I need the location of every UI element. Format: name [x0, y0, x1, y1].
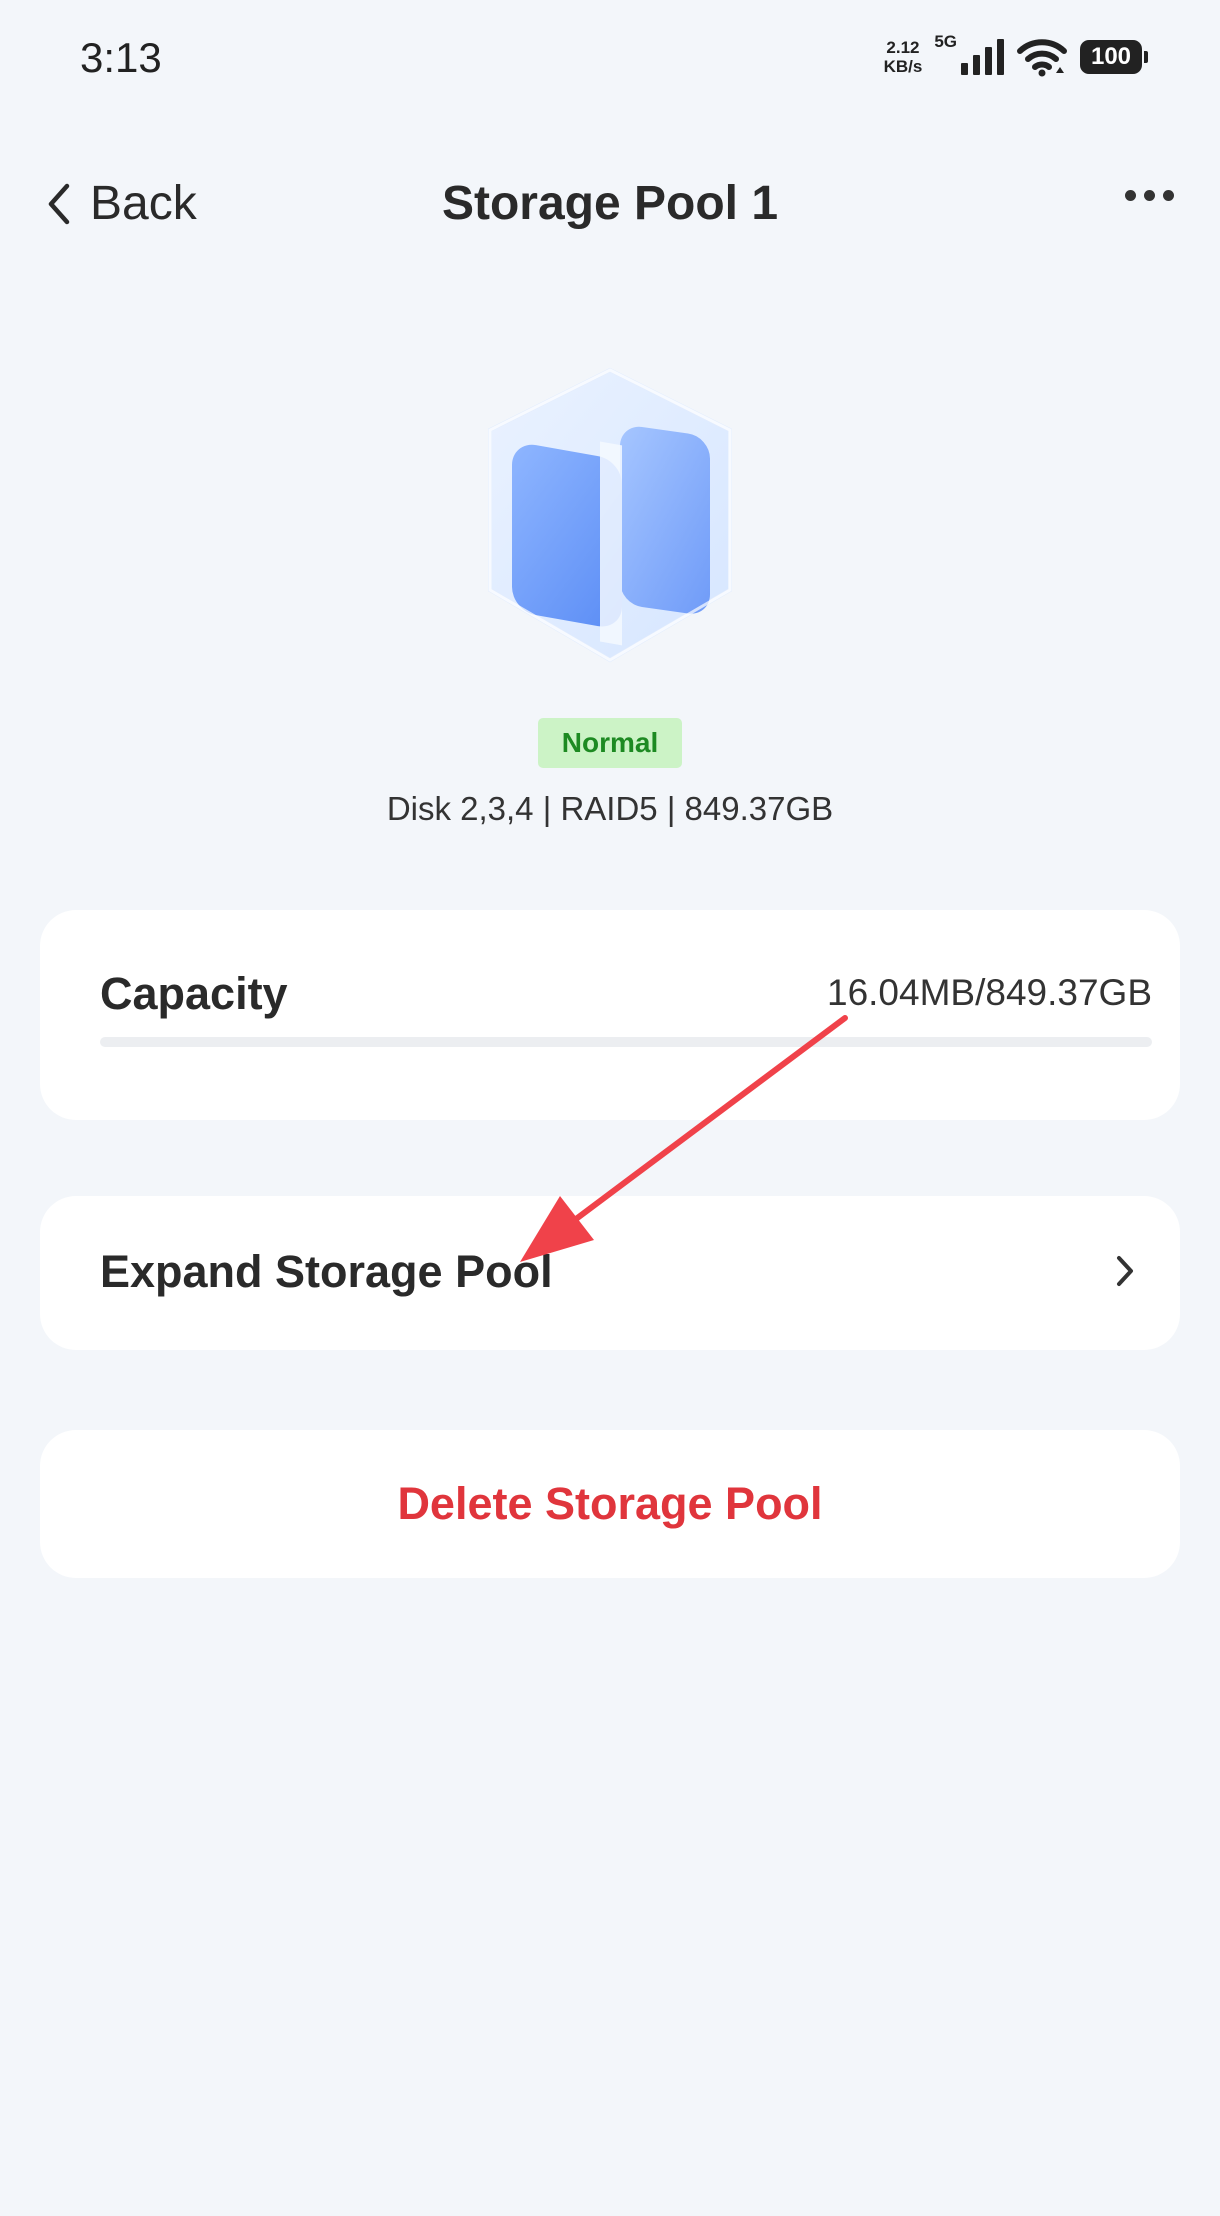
net-speed-unit: KB/s [883, 57, 923, 76]
capacity-label: Capacity [100, 968, 288, 1019]
capacity-value: 16.04MB/849.37GB [827, 972, 1152, 1013]
signal-icon [961, 39, 1004, 75]
wifi-icon [1017, 39, 1067, 77]
chevron-right-icon [1117, 1256, 1133, 1286]
delete-storage-pool-button[interactable]: Delete Storage Pool [40, 1430, 1180, 1578]
status-bar: 3:13 2.12 KB/s 5G 100 [0, 0, 1220, 110]
more-icon[interactable] [1125, 190, 1174, 201]
storage-pool-icon [488, 367, 732, 663]
delete-storage-pool-label: Delete Storage Pool [397, 1478, 823, 1529]
pool-summary: Disk 2,3,4 | RAID5 | 849.37GB [386, 790, 834, 827]
net-speed-value: 2.12 [886, 38, 920, 57]
battery-icon: 100 [1080, 40, 1148, 74]
status-time: 3:13 [80, 34, 162, 81]
page-title: Storage Pool 1 [441, 177, 779, 230]
nav-bar: Back Storage Pool 1 [0, 160, 1220, 250]
net-speed: 2.12 KB/s [884, 38, 923, 76]
status-icons: 2.12 KB/s 5G 100 [884, 30, 1148, 84]
expand-storage-pool-button[interactable]: Expand Storage Pool [40, 1196, 1180, 1350]
capacity-card: Capacity 16.04MB/849.37GB [40, 910, 1180, 1120]
expand-storage-pool-label: Expand Storage Pool [100, 1246, 553, 1297]
capacity-progress-bar [100, 1037, 1152, 1047]
status-badge: Normal [538, 718, 682, 768]
network-type: 5G [934, 32, 957, 51]
battery-level: 100 [1090, 43, 1132, 70]
